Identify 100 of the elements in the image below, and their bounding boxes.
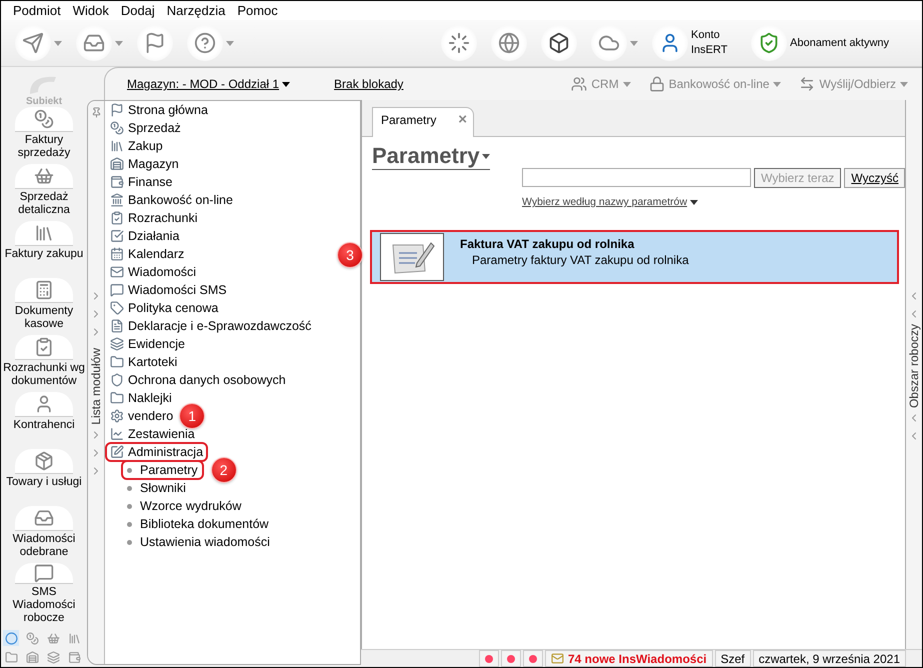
filter-link[interactable]: Wybierz według nazwy parametrów xyxy=(522,196,698,208)
module-item[interactable]: Bankowość on-line xyxy=(107,192,236,208)
folder-icon xyxy=(110,355,124,369)
close-button[interactable]: × xyxy=(458,111,467,128)
warehouse-link[interactable]: Magazyn: - MOD - Oddział 1 xyxy=(127,77,290,91)
sidebar-label: Faktury zakupu xyxy=(4,248,84,261)
submodule-item[interactable]: Wzorce wydruków xyxy=(123,498,246,514)
quick-module-button[interactable] xyxy=(45,649,61,665)
sidebar-label: Wiadomości odebrane xyxy=(12,533,76,559)
sidebar-item[interactable]: Towary i usługi xyxy=(1,449,87,506)
shield-icon xyxy=(758,32,780,54)
package-icon xyxy=(34,451,54,471)
lock-icon xyxy=(648,76,665,92)
step-badge: 2 xyxy=(212,458,236,482)
clear-button[interactable]: Wyczyść xyxy=(844,168,906,188)
calculator-icon xyxy=(34,280,54,300)
sidebar-item[interactable]: Rozrachunki wg dokumentów xyxy=(1,335,87,392)
submodule-item[interactable]: Biblioteka dokumentów xyxy=(123,516,273,532)
quick-module-button[interactable] xyxy=(3,630,19,646)
books-icon xyxy=(68,632,80,644)
module-item[interactable]: Polityka cenowa xyxy=(107,300,222,316)
module-item[interactable]: Ewidencje xyxy=(107,336,188,352)
quick-module-button[interactable] xyxy=(24,649,40,665)
inbox-icon xyxy=(34,508,54,528)
checkbox-icon xyxy=(110,229,124,243)
toolbar-button[interactable]: Abonament aktywny xyxy=(751,25,900,61)
module-item[interactable]: Sprzedaż xyxy=(107,120,184,136)
submodule-item[interactable]: Ustawienia wiadomości xyxy=(123,534,274,550)
search-field[interactable] xyxy=(522,168,751,187)
bullet-icon xyxy=(127,486,132,490)
module-item[interactable]: Wiadomości xyxy=(107,264,200,280)
bullet-icon xyxy=(127,540,132,544)
quick-module-button[interactable] xyxy=(24,630,40,646)
page-title[interactable]: Parametry xyxy=(372,143,490,170)
sidebar-label: Dokumenty kasowe xyxy=(14,305,74,331)
quick-module-button[interactable] xyxy=(66,649,82,665)
chart-icon xyxy=(110,427,124,441)
message-icon xyxy=(110,283,124,297)
toolbar-button[interactable] xyxy=(541,25,577,61)
send-icon xyxy=(22,32,44,54)
sidebar-item[interactable]: Wiadomości odebrane xyxy=(1,506,87,563)
layers-icon xyxy=(46,650,60,664)
module-item[interactable]: Naklejki xyxy=(107,390,175,406)
submodule-item[interactable]: Parametry xyxy=(123,462,202,478)
wallet-icon xyxy=(68,650,80,664)
messages-status[interactable]: 74 nowe InsWiadomości xyxy=(544,650,713,667)
edit-icon xyxy=(110,445,124,459)
toolbar-button[interactable]: Konto InsERT xyxy=(652,25,737,61)
sidebar-item[interactable]: Faktury sprzedaży xyxy=(1,107,87,164)
coins-icon xyxy=(34,109,54,129)
coins-icon xyxy=(26,632,38,644)
basket-icon xyxy=(46,632,60,644)
sidebar-label: Kontrahenci xyxy=(13,419,75,432)
module-item[interactable]: Kalendarz xyxy=(107,246,188,262)
module-item[interactable]: Działania xyxy=(107,228,182,244)
transfer-icon xyxy=(799,76,816,92)
result-description: Parametry faktury VAT zakupu od rolnika xyxy=(472,253,689,267)
lock-link[interactable]: Brak blokady xyxy=(334,77,404,91)
menu-item[interactable]: Podmiot xyxy=(7,3,67,18)
module-item[interactable]: Rozrachunki xyxy=(107,210,200,226)
module-item[interactable]: Strona główna xyxy=(107,102,211,118)
menu-item[interactable]: Widok xyxy=(66,3,115,18)
caret-icon xyxy=(282,82,290,86)
module-item[interactable]: Kartoteki xyxy=(107,354,180,370)
date-status: czwartek, 9 września 2021 xyxy=(752,650,906,667)
users-icon xyxy=(571,76,588,92)
gear-icon xyxy=(110,409,124,423)
wallet-icon xyxy=(110,175,124,189)
quick-module-button[interactable] xyxy=(3,649,19,665)
module-item[interactable]: vendero xyxy=(107,408,176,424)
menu-item[interactable]: Dodaj xyxy=(114,3,161,18)
cube-icon xyxy=(548,32,570,54)
clipboard-icon xyxy=(110,211,124,225)
module-item[interactable]: Ochrona danych osobowych xyxy=(107,372,289,388)
module-item[interactable]: Zakup xyxy=(107,138,166,154)
submodule-item[interactable]: Słowniki xyxy=(123,480,190,496)
tab[interactable]: Parametry × xyxy=(372,107,474,137)
module-item[interactable]: Wiadomości SMS xyxy=(107,282,230,298)
clipboard-icon xyxy=(34,337,54,357)
module-item[interactable]: Administracja xyxy=(107,444,206,460)
module-item[interactable]: Deklaracje i e-Sprawozdawczość xyxy=(107,318,314,334)
module-item[interactable]: Magazyn xyxy=(107,156,182,172)
module-item[interactable]: Finanse xyxy=(107,174,176,190)
menu-item[interactable]: Pomoc xyxy=(231,3,284,18)
caret-icon xyxy=(900,82,908,86)
sidebar-item[interactable]: Sprzedaż detaliczna xyxy=(1,164,87,221)
sidebar-item[interactable]: Faktury zakupu xyxy=(1,221,87,278)
status-dot xyxy=(484,654,493,662)
sidebar-item[interactable]: Dokumenty kasowe xyxy=(1,278,87,335)
module-item[interactable]: Zestawienia xyxy=(107,426,198,442)
sidebar-label: Faktury sprzedaży xyxy=(16,134,72,160)
folder-icon xyxy=(110,391,124,405)
caret-icon xyxy=(54,40,62,46)
bullet-icon xyxy=(127,522,132,526)
toolbar-button[interactable] xyxy=(441,25,477,61)
layers-icon xyxy=(110,337,124,351)
menu-item[interactable]: Narzędzia xyxy=(160,3,232,18)
sidebar-item[interactable]: Kontrahenci xyxy=(1,392,87,449)
status-dot xyxy=(528,654,537,662)
basket-icon xyxy=(34,166,54,186)
